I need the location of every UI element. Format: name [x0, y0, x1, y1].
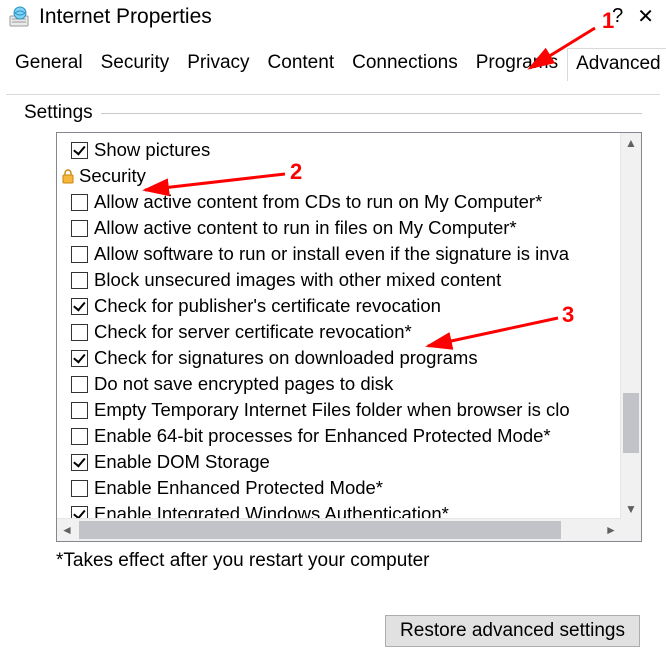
settings-list-content: Show pictures Security Allow active cont…	[57, 133, 641, 542]
titlebar: Internet Properties ? ✕	[0, 0, 666, 29]
checkbox-icon[interactable]	[71, 376, 88, 393]
vertical-scrollbar[interactable]: ▲ ▼	[620, 133, 641, 519]
scroll-left-arrow-icon[interactable]: ◄	[57, 519, 77, 541]
help-button[interactable]: ?	[608, 5, 627, 28]
lock-icon	[61, 168, 75, 184]
tab-general[interactable]: General	[6, 47, 92, 80]
setting-label: Enable DOM Storage	[94, 449, 270, 475]
scroll-right-arrow-icon[interactable]: ►	[601, 519, 621, 541]
restore-advanced-settings-button[interactable]: Restore advanced settings	[385, 615, 640, 647]
settings-label-text: Settings	[24, 102, 101, 124]
tab-advanced[interactable]: Advanced	[567, 48, 666, 81]
internet-options-icon	[8, 6, 30, 28]
checkbox-icon[interactable]	[71, 324, 88, 341]
setting-item[interactable]: Block unsecured images with other mixed …	[57, 267, 641, 293]
setting-item[interactable]: Check for server certificate revocation*	[57, 319, 641, 345]
checkbox-icon[interactable]	[71, 480, 88, 497]
setting-label: Check for server certificate revocation*	[94, 319, 412, 345]
tab-underline	[6, 94, 660, 95]
setting-label: Do not save encrypted pages to disk	[94, 371, 393, 397]
setting-label: Show pictures	[94, 137, 210, 163]
settings-group-label: Settings	[24, 102, 666, 124]
setting-item[interactable]: Allow active content to run in files on …	[57, 215, 641, 241]
setting-label: Enable 64-bit processes for Enhanced Pro…	[94, 423, 551, 449]
tab-programs[interactable]: Programs	[467, 47, 567, 80]
setting-item[interactable]: Enable Enhanced Protected Mode*	[57, 475, 641, 501]
checkbox-icon[interactable]	[71, 246, 88, 263]
setting-item[interactable]: Do not save encrypted pages to disk	[57, 371, 641, 397]
close-button[interactable]: ✕	[633, 4, 658, 29]
settings-label-line	[101, 113, 642, 114]
restart-footnote: *Takes effect after you restart your com…	[56, 550, 666, 572]
setting-item[interactable]: Enable 64-bit processes for Enhanced Pro…	[57, 423, 641, 449]
checkbox-icon[interactable]	[71, 142, 88, 159]
setting-label: Allow active content to run in files on …	[94, 215, 517, 241]
setting-item[interactable]: Allow software to run or install even if…	[57, 241, 641, 267]
setting-item[interactable]: Allow active content from CDs to run on …	[57, 189, 641, 215]
security-group-label: Security	[79, 163, 146, 189]
window-title: Internet Properties	[36, 5, 602, 29]
scroll-corner	[621, 519, 641, 541]
setting-item[interactable]: Empty Temporary Internet Files folder wh…	[57, 397, 641, 423]
checkbox-icon[interactable]	[71, 194, 88, 211]
setting-label: Allow software to run or install even if…	[94, 241, 569, 267]
tab-security[interactable]: Security	[92, 47, 179, 80]
security-group-header: Security	[57, 163, 641, 189]
checkbox-icon[interactable]	[71, 298, 88, 315]
checkbox-icon[interactable]	[71, 428, 88, 445]
scroll-up-arrow-icon[interactable]: ▲	[621, 133, 641, 153]
scroll-down-arrow-icon[interactable]: ▼	[621, 499, 641, 519]
tab-strip: General Security Privacy Content Connect…	[0, 29, 666, 80]
scroll-thumb[interactable]	[623, 393, 639, 453]
setting-label: Check for publisher's certificate revoca…	[94, 293, 441, 319]
tab-content[interactable]: Content	[259, 47, 344, 80]
setting-item[interactable]: Check for publisher's certificate revoca…	[57, 293, 641, 319]
checkbox-icon[interactable]	[71, 220, 88, 237]
scroll-thumb[interactable]	[79, 521, 561, 539]
horizontal-scrollbar[interactable]: ◄ ►	[57, 518, 621, 541]
setting-label: Empty Temporary Internet Files folder wh…	[94, 397, 570, 423]
checkbox-icon[interactable]	[71, 350, 88, 367]
setting-item[interactable]: Enable DOM Storage	[57, 449, 641, 475]
settings-listbox[interactable]: Show pictures Security Allow active cont…	[56, 132, 642, 542]
setting-item[interactable]: Check for signatures on downloaded progr…	[57, 345, 641, 371]
tab-privacy[interactable]: Privacy	[178, 47, 258, 80]
setting-label: Allow active content from CDs to run on …	[94, 189, 542, 215]
checkbox-icon[interactable]	[71, 402, 88, 419]
tab-connections[interactable]: Connections	[343, 47, 467, 80]
setting-show-pictures[interactable]: Show pictures	[57, 137, 641, 163]
setting-label: Enable Enhanced Protected Mode*	[94, 475, 383, 501]
setting-label: Check for signatures on downloaded progr…	[94, 345, 478, 371]
setting-label: Block unsecured images with other mixed …	[94, 267, 501, 293]
checkbox-icon[interactable]	[71, 454, 88, 471]
checkbox-icon[interactable]	[71, 272, 88, 289]
